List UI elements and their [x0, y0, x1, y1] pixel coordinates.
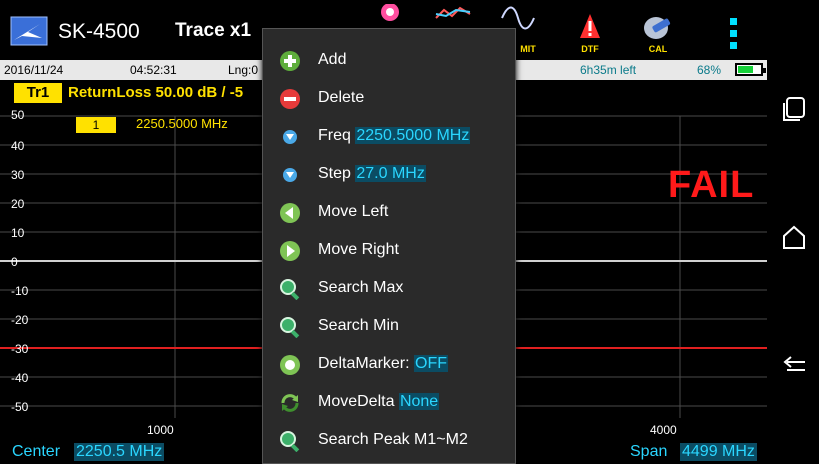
menu-label: Add [318, 51, 347, 68]
trace-button[interactable]: Trace x1 [175, 20, 251, 42]
arrow-right-icon [280, 241, 300, 261]
cal-label: CAL [648, 44, 668, 54]
y-tick-label: 50 [11, 108, 25, 122]
x-tick-1000: 1000 [147, 423, 174, 437]
calibration-icon [644, 17, 671, 39]
more-vert-icon [730, 18, 737, 49]
movedelta-value[interactable]: None [398, 393, 440, 410]
delta-value[interactable]: OFF [414, 355, 449, 372]
menu-item-move-delta[interactable]: MoveDelta None [263, 383, 515, 421]
recent-apps-icon[interactable] [781, 96, 807, 122]
menu-item-add[interactable]: Add [263, 41, 515, 79]
menu-item-delta-marker[interactable]: DeltaMarker: OFF [263, 345, 515, 383]
arrow-left-icon [280, 203, 300, 223]
menu-label: Move Right [318, 241, 399, 258]
menu-item-move-left[interactable]: Move Left [263, 193, 515, 231]
y-tick-label: -40 [11, 371, 29, 385]
menu-item-search-min[interactable]: Search Min [263, 307, 515, 345]
toggle-circle-icon [280, 355, 300, 375]
status-date: 2016/11/24 [4, 63, 64, 77]
menu-label: Search Peak M1~M2 [318, 431, 468, 448]
y-tick-label: 10 [11, 226, 25, 240]
y-tick-label: 40 [11, 139, 25, 153]
menu-label: Freq [318, 127, 351, 144]
warning-triangle-icon [580, 14, 600, 38]
y-tick-label: 20 [11, 197, 25, 211]
android-nav-bar [767, 0, 819, 462]
menu-label: Delete [318, 89, 365, 106]
y-tick-label: -10 [11, 284, 29, 298]
menu-label: MoveDelta [318, 393, 395, 410]
menu-item-delete[interactable]: Delete [263, 79, 515, 117]
refresh-icon [281, 394, 299, 412]
trace-info: ReturnLoss 50.00 dB / -5 [68, 84, 244, 101]
center-value[interactable]: 2250.5 MHz [74, 443, 165, 461]
y-tick-label: -50 [11, 400, 29, 414]
y-tick-label: -30 [11, 342, 29, 356]
menu-label: Search Max [318, 279, 404, 296]
diamond-marker-icon [283, 168, 297, 182]
status-time: 04:52:31 [130, 63, 177, 77]
diamond-marker-icon [283, 130, 297, 144]
status-lng: Lng:0 [228, 63, 259, 77]
marker-frequency: 2250.5000 MHz [136, 116, 228, 131]
x-tick-4000: 4000 [650, 423, 677, 437]
dtf-tool-button[interactable]: DTF [566, 4, 614, 56]
cal-tool-button[interactable]: CAL [634, 4, 682, 56]
y-tick-label: -20 [11, 313, 29, 327]
trace-badge[interactable]: Tr1 [14, 83, 62, 103]
search-min-icon [280, 317, 300, 338]
y-tick-label: 30 [11, 168, 25, 182]
span-label: Span [630, 443, 668, 460]
menu-item-move-right[interactable]: Move Right [263, 231, 515, 269]
delete-icon [280, 89, 300, 109]
menu-label: Search Min [318, 317, 399, 334]
marker-context-menu: Add Delete Freq 2250.5000 MHz Step 27.0 … [262, 28, 516, 464]
overflow-menu-button[interactable] [716, 4, 752, 56]
menu-item-search-max[interactable]: Search Max [263, 269, 515, 307]
battery-percent: 68% [697, 63, 722, 77]
y-tick-label: 0 [11, 255, 18, 269]
span-value[interactable]: 4499 MHz [680, 443, 757, 461]
menu-label: Step [318, 165, 351, 182]
battery-icon [735, 63, 766, 76]
home-icon[interactable] [781, 224, 807, 250]
step-value[interactable]: 27.0 MHz [355, 165, 426, 182]
search-max-icon [280, 279, 300, 300]
freq-value[interactable]: 2250.5000 MHz [355, 127, 471, 144]
menu-label: DeltaMarker: [318, 355, 410, 372]
search-peak-icon [280, 431, 300, 452]
dtf-label: DTF [581, 44, 599, 54]
app-title: SK-4500 [58, 20, 140, 43]
menu-item-freq[interactable]: Freq 2250.5000 MHz [263, 117, 515, 155]
status-time-left: 6h35m left [580, 63, 637, 77]
add-icon [280, 51, 300, 71]
center-label: Center [12, 443, 61, 460]
back-icon[interactable] [781, 352, 807, 378]
marker-badge[interactable]: 1 [76, 117, 116, 133]
menu-label: Move Left [318, 203, 389, 220]
menu-item-step[interactable]: Step 27.0 MHz [263, 155, 515, 193]
fail-indicator: FAIL [668, 164, 755, 206]
app-logo-icon[interactable] [10, 16, 48, 46]
menu-item-search-peak[interactable]: Search Peak M1~M2 [263, 421, 515, 459]
